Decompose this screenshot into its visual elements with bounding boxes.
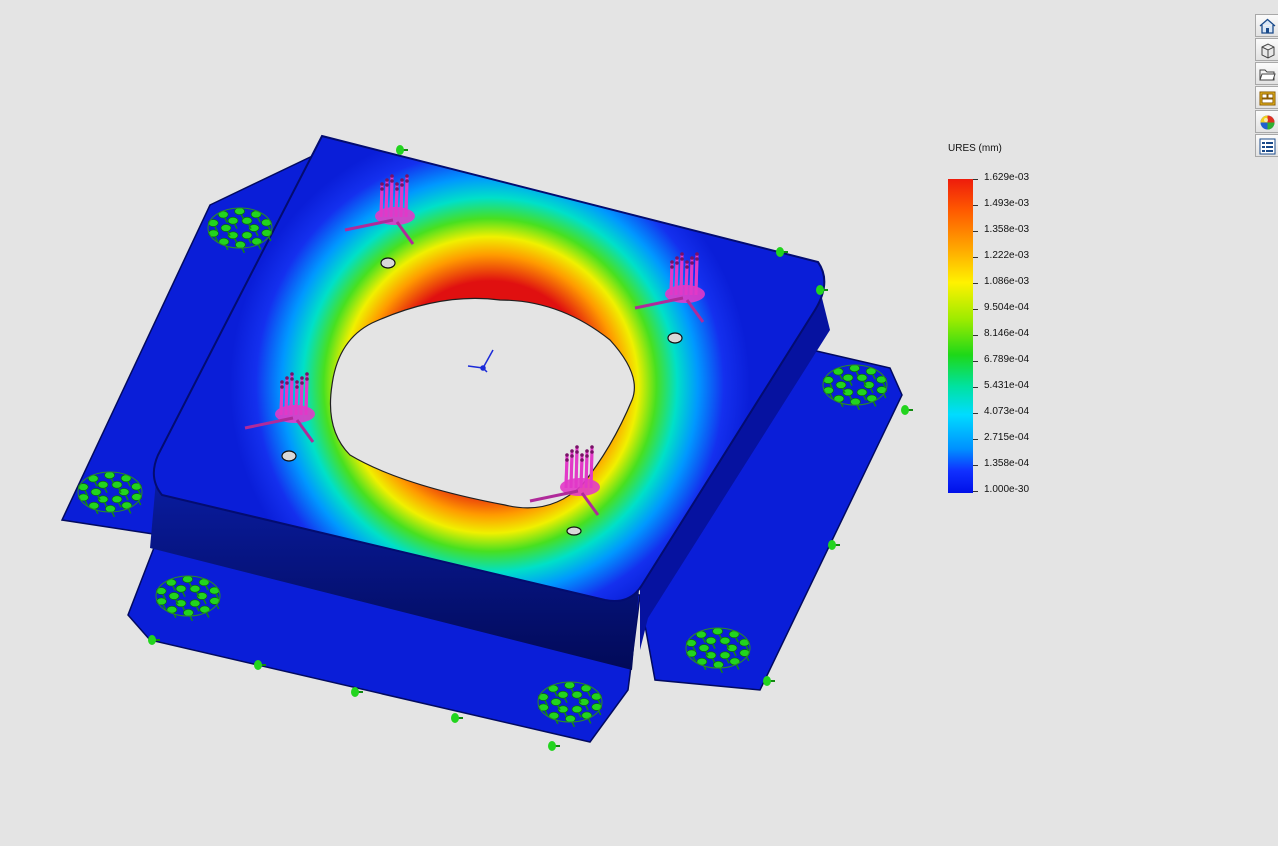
appearance-icon <box>1260 115 1275 130</box>
hole <box>667 332 683 344</box>
model-viewport[interactable] <box>0 0 1278 846</box>
legend-tick-mark <box>973 465 978 466</box>
edge-fixture-symbol <box>828 540 840 550</box>
hole <box>380 257 396 269</box>
legend-tick-mark <box>973 387 978 388</box>
view-palette-icon <box>1259 91 1276 106</box>
legend-value-label: 1.358e-03 <box>984 224 1030 235</box>
sheet-metal-part <box>60 134 903 743</box>
edge-fixture-symbol <box>396 145 408 155</box>
legend-value-label: 2.715e-04 <box>984 432 1030 443</box>
legend-tick-mark <box>973 335 978 336</box>
properties-list-icon <box>1259 138 1276 155</box>
legend-tick-mark <box>973 283 978 284</box>
edge-fixture-symbol <box>451 713 463 723</box>
legend-tick-mark <box>973 231 978 232</box>
edge-fixture-symbol <box>763 676 775 686</box>
legend-value-label: 5.431e-04 <box>984 380 1030 391</box>
appearances-tab-button[interactable] <box>1255 110 1278 133</box>
design-library-tab-button[interactable] <box>1255 38 1278 61</box>
custom-properties-tab-button[interactable] <box>1255 134 1278 157</box>
view-palette-tab-button[interactable] <box>1255 86 1278 109</box>
edge-fixture-symbol <box>901 405 913 415</box>
legend-tick-mark <box>973 179 978 180</box>
legend-tick-mark <box>973 361 978 362</box>
legend-title: URES (mm) <box>948 143 1002 154</box>
file-explorer-tab-button[interactable] <box>1255 62 1278 85</box>
home-tab-button[interactable] <box>1255 14 1278 37</box>
task-pane-tabs <box>1255 14 1278 160</box>
edge-fixture-symbol <box>816 285 828 295</box>
legend-tick-mark <box>973 439 978 440</box>
home-icon <box>1259 18 1276 34</box>
legend-tick-mark <box>973 413 978 414</box>
3d-model-icon <box>1261 43 1275 59</box>
legend-value-label: 6.789e-04 <box>984 354 1030 365</box>
legend-value-label: 4.073e-04 <box>984 406 1030 417</box>
legend-value-label: 1.358e-04 <box>984 458 1030 469</box>
legend-value-label: 1.222e-03 <box>984 250 1030 261</box>
legend-value-label: 1.086e-03 <box>984 276 1030 287</box>
folder-icon <box>1259 69 1276 81</box>
legend-value-label: 8.146e-04 <box>984 328 1030 339</box>
legend-value-label: 1.000e-30 <box>984 484 1030 495</box>
hole <box>281 450 297 462</box>
legend-value-label: 1.493e-03 <box>984 198 1030 209</box>
edge-fixture-symbol <box>548 741 560 751</box>
legend-tick-mark <box>973 491 978 492</box>
results-legend: URES (mm) 1.629e-03 1.493e-03 1.358e-03 1.2… <box>948 143 1058 503</box>
legend-value-label: 9.504e-04 <box>984 302 1030 313</box>
legend-tick-mark <box>973 257 978 258</box>
hole <box>566 526 582 536</box>
legend-tick-mark <box>973 205 978 206</box>
legend-tick-mark <box>973 309 978 310</box>
legend-color-bar <box>948 179 973 493</box>
legend-value-label: 1.629e-03 <box>984 172 1030 183</box>
